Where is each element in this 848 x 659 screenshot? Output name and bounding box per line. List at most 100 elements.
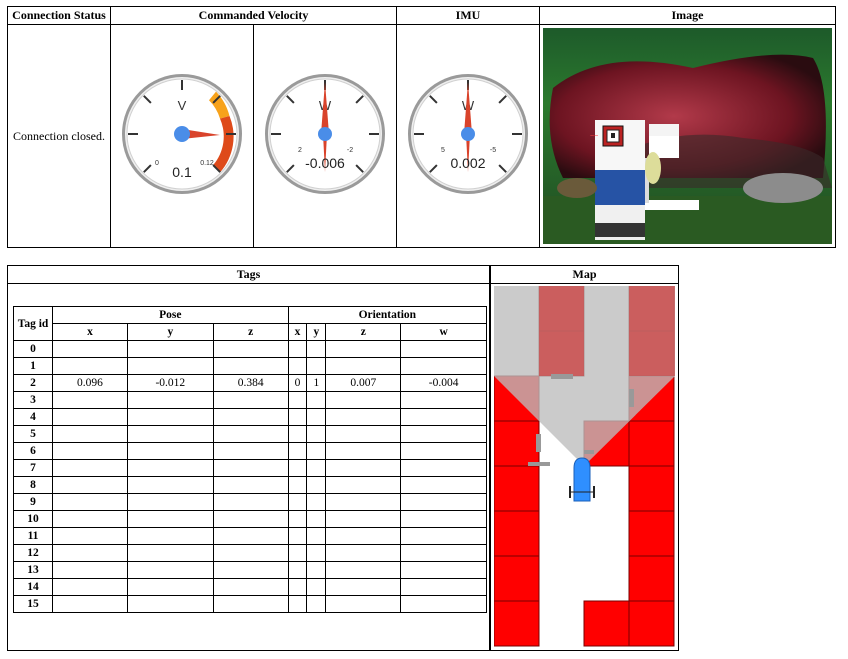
wall-cell [494, 420, 540, 467]
tag-id-cell: 2 [13, 374, 53, 392]
tag-value-cell [212, 442, 289, 460]
tag-value-cell [325, 408, 402, 426]
obstacle-marker [528, 462, 550, 466]
tag-value-cell [287, 561, 308, 579]
table-row: 12 [13, 544, 487, 562]
occupancy-map [494, 286, 675, 648]
wall-cell [628, 600, 675, 647]
tag-id-cell: 10 [13, 510, 53, 528]
gauge-max-label: -2 [347, 147, 353, 154]
tag-value-cell [52, 476, 128, 494]
tag-value-cell [52, 493, 128, 511]
tag-value-cell [325, 391, 402, 409]
tag-value-cell [400, 561, 487, 579]
angular-gauge-cell: W 2 -2 -0.006 [253, 24, 397, 248]
tag-value-cell [52, 561, 128, 579]
tag-value-cell [400, 340, 487, 358]
velocity-w-gauge: W 2 -2 -0.006 [265, 74, 385, 194]
tag-value-cell [126, 340, 214, 358]
tag-value-cell [212, 425, 289, 443]
tag-id-cell: 14 [13, 578, 53, 596]
tag-value-cell [306, 493, 327, 511]
tag-value-cell [325, 578, 402, 596]
tag-value-cell [306, 476, 327, 494]
robot-icon [573, 457, 591, 502]
tags-column-header: x [287, 323, 308, 341]
tag-id-cell: 13 [13, 561, 53, 579]
tag-value-cell [287, 544, 308, 562]
table-row: 3 [13, 391, 487, 409]
imu-w-gauge: W 5 -5 0.002 [408, 74, 528, 194]
tag-value-cell [306, 527, 327, 545]
tag-value-cell [52, 459, 128, 477]
tag-value-cell [287, 357, 308, 375]
tag-value-cell [325, 425, 402, 443]
tag-value-cell [325, 340, 402, 358]
wall-cell [628, 465, 675, 512]
tag-value-cell [287, 459, 308, 477]
gauge-min-label: 0 [155, 160, 159, 167]
tag-id-cell: 12 [13, 544, 53, 562]
tag-value-cell [212, 595, 289, 613]
tag-value-cell [212, 544, 289, 562]
map-title: Map [491, 266, 678, 284]
table-row: 1 [13, 357, 487, 375]
tag-id-cell: 9 [13, 493, 53, 511]
tags-column-header: z [325, 323, 402, 341]
tag-value-cell [287, 527, 308, 545]
wall-cell [494, 600, 540, 647]
table-row: 13 [13, 561, 487, 579]
tag-value-cell [126, 561, 214, 579]
tag-value-cell [126, 476, 214, 494]
tag-value-cell [52, 357, 128, 375]
tag-value-cell [306, 408, 327, 426]
tag-value-cell [287, 425, 308, 443]
tag-value-cell [325, 510, 402, 528]
obstacle-marker [629, 389, 634, 407]
status-table: Connection Status Commanded Velocity IMU… [7, 6, 836, 248]
velocity-v-gauge: V 0 0.12 0.1 [122, 74, 242, 194]
tag-value-cell [306, 595, 327, 613]
tag-value-cell [126, 493, 214, 511]
tag-value-cell [212, 493, 289, 511]
tag-value-cell [400, 493, 487, 511]
tag-value-cell [306, 510, 327, 528]
tag-value-cell [287, 510, 308, 528]
tag-value-cell [212, 561, 289, 579]
map-panel: Map [490, 265, 679, 651]
tag-value-cell [52, 425, 128, 443]
table-row: 2 0.096 -0.012 0.384 0 1 0.007 -0.004 [13, 374, 487, 392]
tags-panel: Tags Tag id Pose Orientation xyzxyzw 012… [7, 265, 490, 651]
tag-value-cell [306, 578, 327, 596]
tag-value-cell [325, 476, 402, 494]
tag-value-cell [400, 391, 487, 409]
obstacle-marker [536, 434, 541, 452]
tag-value-cell [400, 595, 487, 613]
gauge-value: 0.002 [450, 155, 485, 171]
table-row: 5 [13, 425, 487, 443]
tag-value-cell [400, 425, 487, 443]
tag-value-cell [400, 476, 487, 494]
tag-value-cell [212, 510, 289, 528]
tag-value-cell [126, 544, 214, 562]
tag-value-cell [126, 391, 214, 409]
tag-value-cell [325, 544, 402, 562]
tag-value-cell: 0.007 [325, 374, 402, 392]
tag-value-cell [126, 357, 214, 375]
tag-value-cell [400, 459, 487, 477]
tag-value-cell [400, 408, 487, 426]
table-row: 8 [13, 476, 487, 494]
tag-id-cell: 6 [13, 442, 53, 460]
tag-id-cell: 8 [13, 476, 53, 494]
wall-cell [494, 510, 540, 557]
tag-value-cell [306, 357, 327, 375]
imu-header: IMU [396, 6, 540, 25]
tag-value-cell [287, 595, 308, 613]
table-row: 4 [13, 408, 487, 426]
tag-value-cell: 0 [287, 374, 308, 392]
connection-status-text: Connection closed. [7, 24, 111, 248]
tag-value-cell [400, 357, 487, 375]
image-header: Image [539, 6, 836, 25]
tag-value-cell [126, 425, 214, 443]
tag-value-cell [52, 578, 128, 596]
